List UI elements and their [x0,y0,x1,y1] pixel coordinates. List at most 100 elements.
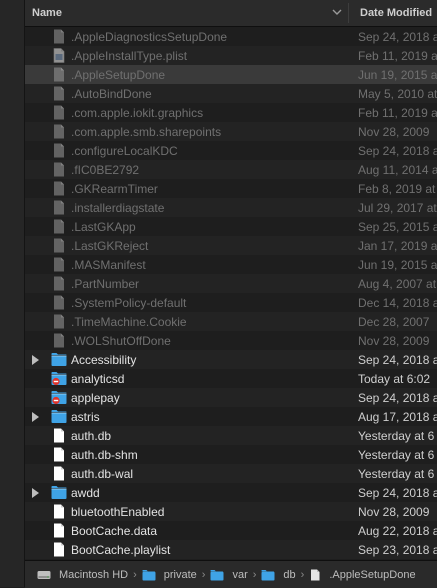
folder-row[interactable]: Accessibility Sep 24, 2018 at [25,350,437,369]
restricted-folder-icon [51,390,67,405]
document-icon [51,428,67,443]
date-modified: Today at 6:02 [358,372,431,386]
folder-icon [210,569,228,581]
breadcrumb-item[interactable]: var [210,569,248,581]
file-name: .AutoBindDone [71,87,152,101]
date-modified: Sep 25, 2015 at [358,220,437,234]
date-modified: Aug 22, 2018 at [358,524,437,538]
disclosure-triangle-icon[interactable] [32,488,39,498]
date-modified: Sep 24, 2018 at [358,30,437,44]
file-name: .configureLocalKDC [71,144,178,158]
document-icon [51,504,67,519]
file-row[interactable]: .TimeMachine.Cookie Dec 28, 2007 [25,312,437,331]
file-list: .AppleDiagnosticsSetupDone Sep 24, 2018 a… [25,27,437,559]
disk-icon [37,569,55,581]
sidebar-edge [0,0,25,587]
folder-icon [51,409,67,424]
date-modified: Dec 28, 2007 [358,315,430,329]
document-icon [51,200,67,215]
document-icon [51,542,67,557]
date-modified: Sep 24, 2018 at [358,353,437,367]
date-modified: Sep 24, 2018 at [358,486,437,500]
folder-row[interactable]: awdd Sep 24, 2018 at [25,483,437,502]
file-row[interactable]: auth.db-wal Yesterday at 6 [25,464,437,483]
document-icon [51,314,67,329]
file-name: astris [71,410,100,424]
file-row[interactable]: .fIC0BE2792 Aug 11, 2014 at [25,160,437,179]
file-row[interactable]: bluetoothEnabled Nov 28, 2009 [25,502,437,521]
date-modified: Sep 24, 2018 at [358,144,437,158]
folder-row[interactable]: applepay Sep 24, 2018 at [25,388,437,407]
date-modified: Feb 11, 2019 at [358,49,437,63]
breadcrumb-label: .AppleSetupDone [329,569,416,581]
document-icon [51,219,67,234]
file-row[interactable]: .AppleInstallType.plist Feb 11, 2019 at [25,46,437,65]
name-column-header[interactable]: Name [32,7,62,19]
breadcrumb-label: db [283,569,296,581]
sort-chevron-icon[interactable] [331,6,343,18]
folder-icon [51,352,67,367]
folder-row[interactable]: astris Aug 17, 2018 at [25,407,437,426]
folder-row[interactable]: analyticsd Today at 6:02 [25,369,437,388]
date-modified: Jan 17, 2019 at [358,239,437,253]
file-row[interactable]: .AppleSetupDone Jun 19, 2015 at [25,65,437,84]
file-name: .AppleInstallType.plist [71,49,188,63]
document-icon [51,333,67,348]
date-modified: Dec 14, 2018 at [358,296,437,310]
file-row[interactable]: BootCache.data Aug 22, 2018 at [25,521,437,540]
file-name: .LastGKApp [71,220,136,234]
file-name: .fIC0BE2792 [71,163,140,177]
file-name: auth.db [71,429,112,443]
file-row[interactable]: .LastGKReject Jan 17, 2019 at [25,236,437,255]
breadcrumb-item[interactable]: private [142,569,197,581]
file-name: .WOLShutOffDone [71,334,171,348]
breadcrumb-item[interactable]: db [261,569,296,581]
file-name: .com.apple.smb.sharepoints [71,125,222,139]
column-divider[interactable] [348,3,349,23]
file-row[interactable]: .MASManifest Jun 19, 2015 at [25,255,437,274]
breadcrumb-separator: › [252,569,257,581]
document-icon [51,143,67,158]
date-modified: Nov 28, 2009 [358,125,430,139]
file-name: BootCache.playlist [71,543,171,557]
date-modified: Feb 8, 2019 at [358,182,436,196]
file-name: auth.db-wal [71,467,134,481]
restricted-folder-icon [51,371,67,386]
file-name: .SystemPolicy-default [71,296,187,310]
date-modified-column-header[interactable]: Date Modified [360,7,432,19]
date-modified: May 5, 2010 at [358,87,437,101]
file-row[interactable]: .PartNumber Aug 4, 2007 at [25,274,437,293]
file-row[interactable]: .configureLocalKDC Sep 24, 2018 at [25,141,437,160]
file-name: .GKRearmTimer [71,182,158,196]
file-row[interactable]: auth.db-shm Yesterday at 6 [25,445,437,464]
file-name: .LastGKReject [71,239,149,253]
disclosure-triangle-icon[interactable] [32,355,39,365]
document-icon [51,447,67,462]
file-name: .AppleDiagnosticsSetupDone [71,30,228,44]
folder-icon [142,569,160,581]
breadcrumb-separator: › [300,569,305,581]
file-row[interactable]: .AutoBindDone May 5, 2010 at [25,84,437,103]
file-row[interactable]: .installerdiagstate Jul 29, 2017 at [25,198,437,217]
date-modified: Jun 19, 2015 at [358,258,437,272]
breadcrumb-item[interactable]: Macintosh HD [37,569,128,581]
breadcrumb-label: private [163,569,197,581]
disclosure-triangle-icon[interactable] [32,412,39,422]
file-row[interactable]: BootCache.playlist Sep 23, 2018 at [25,540,437,559]
file-row[interactable]: .GKRearmTimer Feb 8, 2019 at [25,179,437,198]
file-row[interactable]: .WOLShutOffDone Nov 28, 2009 [25,331,437,350]
file-row[interactable]: .SystemPolicy-default Dec 14, 2018 at [25,293,437,312]
breadcrumb-label: Macintosh HD [59,569,129,581]
date-modified: Sep 24, 2018 at [358,391,437,405]
file-row[interactable]: auth.db Yesterday at 6 [25,426,437,445]
document-icon [51,105,67,120]
file-row[interactable]: .com.apple.iokit.graphics Feb 11, 2019 at [25,103,437,122]
breadcrumb-item[interactable]: .AppleSetupDone [309,569,416,581]
file-row[interactable]: .LastGKApp Sep 25, 2015 at [25,217,437,236]
document-icon [51,124,67,139]
file-row[interactable]: .com.apple.smb.sharepoints Nov 28, 2009 [25,122,437,141]
document-icon [51,257,67,272]
date-modified: Yesterday at 6 [358,467,435,481]
date-modified: Jun 19, 2015 at [358,68,437,82]
file-row[interactable]: .AppleDiagnosticsSetupDone Sep 24, 2018 a… [25,27,437,46]
